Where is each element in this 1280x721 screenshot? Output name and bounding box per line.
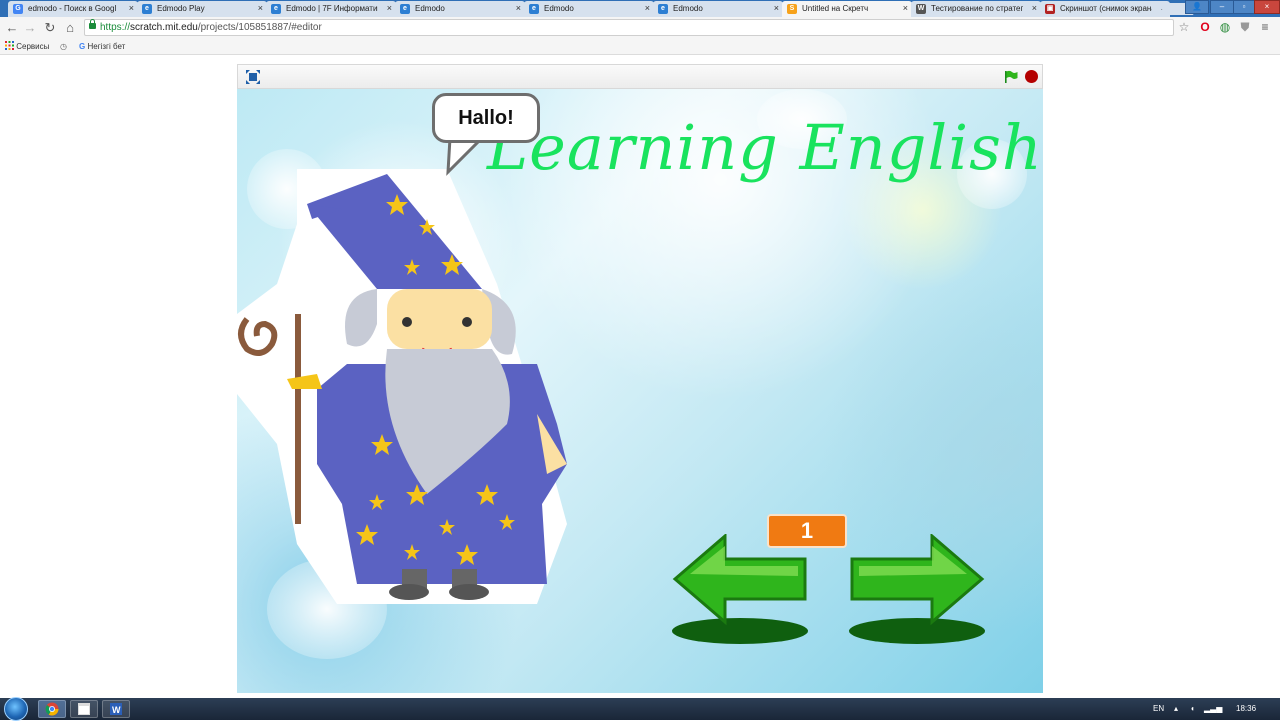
browser-tab[interactable]: e Edmodo ×	[395, 1, 525, 17]
tab-label: Edmodo | 7F Информатика	[286, 4, 378, 13]
edmodo-icon: e	[400, 4, 410, 14]
address-bar[interactable]: https://scratch.mit.edu/projects/1058518…	[84, 19, 1174, 36]
tab-label: Edmodo	[544, 4, 574, 13]
forward-button[interactable]: →	[22, 20, 38, 36]
tab-label: edmodo - Поиск в Googl	[28, 4, 117, 13]
user-icon[interactable]: 👤	[1185, 0, 1209, 14]
wizard-sprite[interactable]	[237, 164, 577, 604]
bookmark-label: Сервисы	[16, 42, 50, 51]
lock-icon	[89, 19, 96, 29]
taskbar-app[interactable]	[70, 700, 98, 718]
close-tab-icon[interactable]: ×	[645, 1, 650, 16]
word-icon: W	[110, 703, 122, 715]
history-icon: ◷	[60, 42, 67, 51]
shield-icon[interactable]: ⛊	[1238, 20, 1252, 34]
windows-taskbar: W EN ▴ ◖ ▂▃▅ 18:36	[0, 697, 1280, 721]
edmodo-icon: e	[271, 4, 281, 14]
taskbar-word[interactable]: W	[102, 700, 130, 718]
apps-icon	[5, 41, 14, 50]
edmodo-icon: e	[529, 4, 539, 14]
tray-arrow-icon[interactable]: ▴	[1174, 698, 1178, 720]
close-tab-icon[interactable]: ×	[774, 1, 779, 16]
window-icon	[78, 703, 90, 715]
browser-tab[interactable]: e Edmodo ×	[653, 1, 783, 17]
browser-tab[interactable]: S Untitled на Скретч ×	[782, 1, 912, 17]
minimize-button[interactable]: –	[1210, 0, 1234, 14]
maximize-button[interactable]: ▫	[1233, 0, 1255, 14]
green-flag-icon[interactable]	[1004, 70, 1018, 84]
close-tab-icon[interactable]: ×	[1032, 1, 1037, 16]
url-text: https://scratch.mit.edu/projects/1058518…	[100, 22, 322, 33]
bookmark-history[interactable]: ◷	[60, 39, 67, 54]
close-tab-icon[interactable]: ×	[387, 1, 392, 16]
tab-label: Скриншот (снимок экрана	[1060, 4, 1152, 13]
bookmarks-bar: Сервисы ◷ G Негізгі бет	[0, 39, 1280, 55]
speech-bubble: Hallo!	[432, 93, 540, 143]
fullscreen-icon[interactable]	[246, 70, 260, 84]
browser-tab[interactable]: Gedmodo - Поиск в Googl ×	[8, 1, 138, 17]
browser-tab[interactable]: e Edmodo Play ×	[137, 1, 267, 17]
bookmark-star-icon[interactable]: ☆	[1177, 20, 1191, 34]
tab-label: Edmodo	[415, 4, 445, 13]
screenshot-icon: ▣	[1045, 4, 1055, 14]
browser-tab[interactable]: ▣Скриншот (снимок экрана×	[1040, 1, 1170, 17]
menu-icon[interactable]: ≡	[1258, 20, 1272, 34]
bookmark-label: Негізгі бет	[87, 42, 126, 51]
chrome-icon	[45, 702, 59, 716]
language-indicator[interactable]: EN	[1153, 698, 1164, 720]
browser-tab[interactable]: e Edmodo ×	[524, 1, 654, 17]
google-icon: G	[13, 4, 23, 14]
close-tab-icon[interactable]: ×	[516, 1, 521, 16]
bookmark-apps[interactable]: Сервисы	[5, 39, 49, 54]
volume-icon[interactable]: ◖	[1190, 698, 1195, 720]
globe-icon[interactable]: ◍	[1218, 20, 1232, 34]
close-window-button[interactable]: ×	[1254, 0, 1280, 14]
close-tab-icon[interactable]: ×	[258, 1, 263, 16]
start-button[interactable]	[4, 697, 28, 721]
previous-arrow-button[interactable]	[670, 534, 810, 649]
tab-label: Edmodo Play	[157, 4, 205, 13]
back-button[interactable]: ←	[4, 20, 20, 36]
player-header	[237, 64, 1043, 89]
tab-label: Тестирование по стратег	[931, 4, 1023, 13]
tab-label: Edmodo	[673, 4, 703, 13]
taskbar-chrome[interactable]	[38, 700, 66, 718]
stop-icon[interactable]	[1025, 70, 1038, 83]
edmodo-icon: e	[142, 4, 152, 14]
google-icon: G	[79, 42, 86, 51]
speech-bubble-tail	[446, 138, 484, 176]
project-stage[interactable]: Learning English Hallo! 1	[237, 89, 1043, 693]
next-arrow-button[interactable]	[847, 534, 987, 649]
close-tab-icon[interactable]: ×	[129, 1, 134, 16]
browser-tab[interactable]: W Тестирование по стратег ×	[911, 1, 1041, 17]
clock[interactable]: 18:36	[1236, 698, 1256, 720]
opera-icon[interactable]: O	[1198, 20, 1212, 34]
browser-tab[interactable]: e Edmodo | 7F Информатика ×	[266, 1, 396, 17]
bookmark-home[interactable]: G Негізгі бет	[79, 39, 125, 54]
reload-button[interactable]: ↻	[42, 20, 58, 36]
browser-toolbar: ← → ↻ ⌂ https://scratch.mit.edu/projects…	[0, 17, 1280, 39]
close-tab-icon[interactable]: ×	[903, 1, 908, 16]
edmodo-icon: e	[658, 4, 668, 14]
signal-icon[interactable]: ▂▃▅	[1204, 698, 1222, 720]
home-button[interactable]: ⌂	[62, 20, 78, 36]
scratch-icon: S	[787, 4, 797, 14]
wikipedia-icon: W	[916, 4, 926, 14]
tab-label: Untitled на Скретч	[802, 4, 869, 13]
svg-text:W: W	[112, 705, 121, 715]
tab-strip: Gedmodo - Поиск в Googl × e Edmodo Play × e Ed…	[0, 0, 1280, 17]
